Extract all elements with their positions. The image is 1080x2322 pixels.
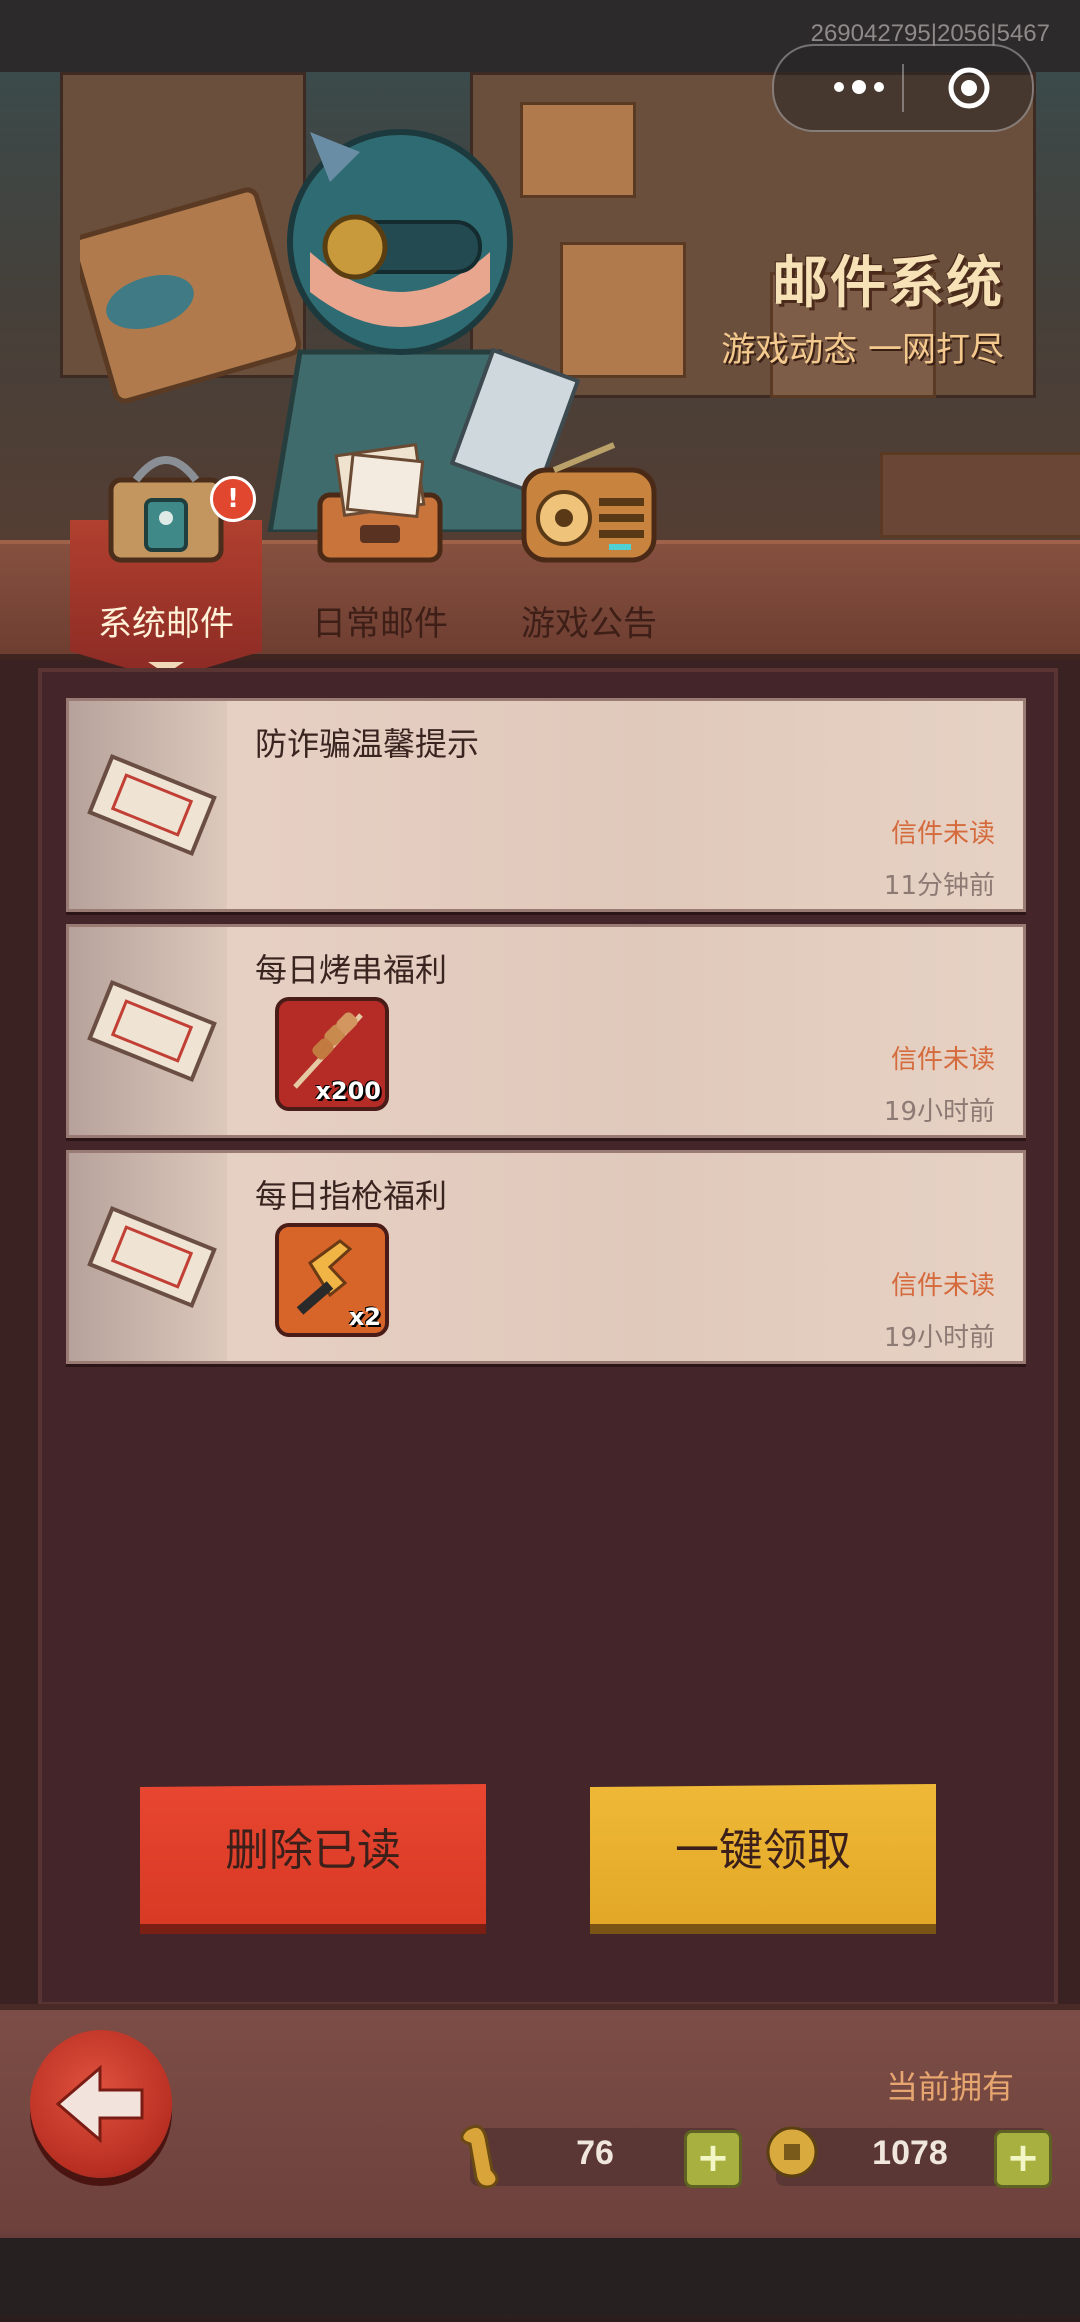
tab-label: 系统邮件: [98, 604, 234, 644]
delete-read-button[interactable]: 删除已读: [140, 1784, 486, 1934]
capsule-divider: [902, 64, 904, 112]
reward-item[interactable]: x200: [275, 997, 389, 1111]
back-button[interactable]: [30, 2030, 172, 2178]
mail-item[interactable]: 每日指枪福利 x2 信件未读 19小时前: [66, 1150, 1026, 1364]
tab-alert-badge: !: [210, 476, 256, 522]
tab-game-announcement[interactable]: 游戏公告: [498, 440, 680, 644]
back-arrow-icon: [55, 2064, 144, 2144]
mail-item[interactable]: 每日烤串福利 x200 信件未读 19小时前: [66, 924, 1026, 1138]
mail-thumb: [69, 701, 227, 909]
tab-label: 日常邮件: [312, 604, 448, 644]
mail-time: 19小时前: [883, 1323, 995, 1353]
tab-label: 游戏公告: [521, 604, 657, 644]
tab-system-mail[interactable]: ! 系统邮件: [70, 440, 262, 674]
mail-status: 信件未读: [890, 1045, 995, 1075]
coin-icon: [766, 2126, 818, 2178]
mail-title: 防诈骗温馨提示: [255, 725, 480, 763]
currency-value: 76: [576, 2134, 614, 2172]
bone-icon: [460, 2124, 499, 2189]
owned-label: 当前拥有: [885, 2068, 1014, 2106]
bottom-strip: [0, 2238, 1080, 2316]
envelope-icon: [87, 753, 217, 857]
mail-title: 每日指枪福利: [255, 1177, 448, 1215]
mail-time: 11分钟前: [883, 871, 995, 901]
mail-thumb: [69, 1153, 227, 1361]
banner-subtitle: 游戏动态 一网打尽: [721, 330, 1004, 370]
currency-value: 1078: [872, 2134, 948, 2172]
mail-thumb: [69, 927, 227, 1135]
reward-quantity: x200: [315, 1077, 381, 1105]
mail-time: 19小时前: [883, 1097, 995, 1127]
radio-icon: [521, 442, 657, 563]
letter-tray-icon: [317, 443, 443, 563]
envelope-icon: [87, 979, 217, 1083]
reward-item[interactable]: x2: [275, 1223, 389, 1337]
tab-daily-mail[interactable]: 日常邮件: [290, 440, 470, 644]
plus-icon[interactable]: +: [684, 2130, 742, 2188]
more-dots-icon[interactable]: [814, 72, 904, 102]
reward-quantity: x2: [348, 1303, 381, 1331]
miniprogram-capsule: [772, 44, 1034, 132]
target-circle-icon[interactable]: [947, 66, 991, 110]
envelope-icon: [87, 1205, 217, 1309]
mail-title: 每日烤串福利: [255, 951, 448, 989]
mail-item[interactable]: 防诈骗温馨提示 信件未读 11分钟前: [66, 698, 1026, 912]
mail-status: 信件未读: [890, 819, 995, 849]
mail-status: 信件未读: [890, 1271, 995, 1301]
plus-icon[interactable]: +: [994, 2130, 1052, 2188]
banner-title: 邮件系统: [772, 251, 1004, 316]
claim-all-button[interactable]: 一键领取: [590, 1784, 936, 1934]
